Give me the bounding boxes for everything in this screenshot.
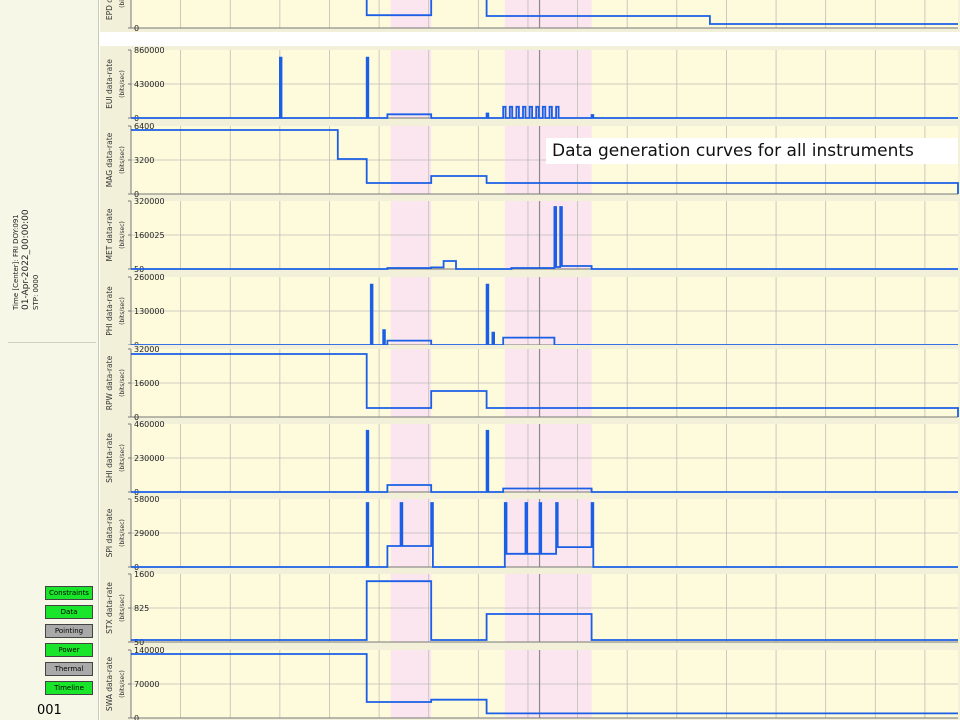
y-axis-unit: (bits/sec): [119, 369, 126, 397]
y-tick-label: 320000: [134, 197, 165, 206]
y-axis-unit: (bits/sec): [119, 221, 126, 249]
y-axis-unit: (bits/sec): [119, 519, 126, 547]
panel-swa: 140000700000SWA data-rate (bits/sec): [100, 646, 960, 720]
y-tick-label: 130000: [134, 307, 165, 316]
y-axis-label: RPW data-rate: [105, 355, 114, 410]
panel-rpw: 32000160000RPW data-rate (bits/sec): [100, 345, 960, 422]
y-tick-label: 70000: [134, 680, 159, 689]
y-tick-label: 160025: [134, 231, 165, 240]
y-axis-label: PHI data-rate: [105, 286, 114, 336]
y-axis-label: SHI data-rate: [105, 433, 114, 483]
y-axis-label: EUI data-rate: [105, 59, 114, 109]
y-tick-label: 29000: [134, 529, 159, 538]
instrument-data-rate-chart: 80000EPD data-rate(bits/sec)860000430000…: [100, 0, 960, 720]
panel-shi: 4600002300000SHI data-rate (bits/sec): [100, 420, 960, 497]
y-tick-label: 430000: [134, 80, 165, 89]
y-tick-label: 16000: [134, 379, 159, 388]
y-tick-label: 32000: [134, 345, 159, 354]
y-tick-label: 58000: [134, 495, 159, 504]
panel-spi: 58000290000SPI data-rate (bits/sec): [100, 495, 960, 572]
panel-stx: 160082550STX data-rate (bits/sec): [100, 570, 960, 647]
y-axis-unit: (bits/sec): [119, 444, 126, 472]
y-axis-label: MET data-rate: [105, 208, 114, 261]
panel-epd: 80000EPD data-rate(bits/sec): [100, 0, 960, 33]
y-axis-unit: (bits/sec): [119, 146, 126, 174]
highlight-band-1: [504, 0, 592, 28]
highlight-band-0: [390, 0, 432, 28]
y-axis-label: MAG data-rate: [105, 132, 114, 187]
y-axis-unit: (bits/sec): [119, 594, 126, 622]
y-tick-label: 460000: [134, 420, 165, 429]
y-tick-label: 260000: [134, 273, 165, 282]
y-tick-label: 825: [134, 604, 149, 613]
y-tick-label: 0: [134, 24, 139, 33]
y-axis-unit: (bits/sec): [119, 297, 126, 325]
y-axis-label: EPD data-rate: [105, 0, 114, 20]
panel-eui: 8600004300000EUI data-rate (bits/sec): [100, 46, 960, 123]
y-tick-label: 3200: [134, 156, 154, 165]
y-tick-label: 0: [134, 714, 139, 720]
y-axis-label: STX data-rate: [105, 582, 114, 634]
y-axis-unit: (bits/sec): [119, 670, 126, 698]
y-axis-label: SPI data-rate: [105, 508, 114, 557]
y-axis-unit: (bits/sec): [119, 0, 126, 8]
y-axis-unit: (bits/sec): [119, 70, 126, 98]
y-tick-label: 230000: [134, 454, 165, 463]
y-tick-label: 1600: [134, 570, 154, 579]
y-axis-label: SWA data-rate: [105, 657, 114, 712]
y-tick-label: 860000: [134, 46, 165, 55]
panel-met: 32000016002550MET data-rate (bits/sec): [100, 197, 960, 274]
panel-phi: 2600001300000PHI data-rate(bits/sec): [100, 273, 960, 350]
chart-annotation: Data generation curves for all instrumen…: [546, 138, 958, 164]
